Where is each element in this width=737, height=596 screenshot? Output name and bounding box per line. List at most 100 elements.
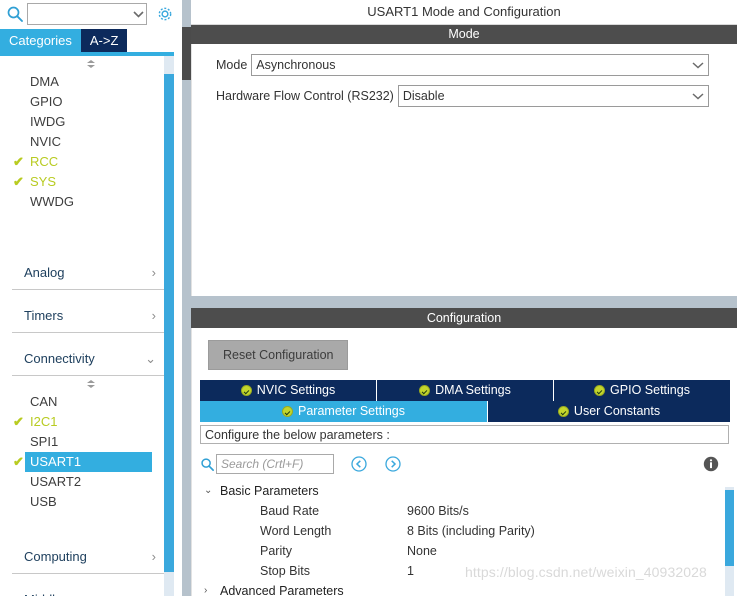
table-row[interactable]: Word Length 8 Bits (including Parity) xyxy=(200,521,737,541)
sidebar-category-analog[interactable]: Analog › xyxy=(12,256,170,290)
tree-group-label: Basic Parameters xyxy=(220,484,319,498)
list-item[interactable]: ✔ RCC xyxy=(0,152,182,172)
tab-nvic-settings[interactable]: NVIC Settings xyxy=(200,380,377,401)
chevron-right-icon[interactable]: › xyxy=(152,549,156,564)
info-icon[interactable] xyxy=(703,456,719,472)
main-config-panel: USART1 Mode and Configuration Mode Mode … xyxy=(191,0,737,596)
arrow-left-circle-icon[interactable] xyxy=(350,455,368,473)
check-icon xyxy=(13,92,27,112)
sidebar-scroll-body: DMA GPIO IWDG NVIC ✔ RCC ✔ SYS WWDG Anal… xyxy=(0,56,182,596)
tab-gpio-settings[interactable]: GPIO Settings xyxy=(554,380,730,401)
config-tabs-row-2: Parameter Settings User Constants xyxy=(200,401,730,422)
list-spin-up-icon-2[interactable] xyxy=(0,376,182,392)
list-item[interactable]: ✔ SYS xyxy=(0,172,182,192)
param-name: Parity xyxy=(260,544,292,558)
tab-categories[interactable]: Categories xyxy=(0,29,81,52)
table-row[interactable]: Parity None xyxy=(200,541,737,561)
list-item[interactable]: DMA xyxy=(0,72,182,92)
sidebar-scrollbar-thumb[interactable] xyxy=(164,74,174,572)
list-item[interactable]: CAN xyxy=(0,392,182,412)
param-value: 8 Bits (including Parity) xyxy=(407,524,535,538)
list-spin-up-icon[interactable] xyxy=(0,56,182,72)
mode-select[interactable]: Asynchronous xyxy=(251,54,709,76)
sidebar-category-middleware[interactable]: Middleware › xyxy=(12,583,170,596)
search-combobox[interactable] xyxy=(27,3,147,25)
tree-group-label: Advanced Parameters xyxy=(220,584,344,596)
list-item-label: WWDG xyxy=(30,194,75,209)
parameter-tree: ⌄ Basic Parameters Baud Rate 9600 Bits/s… xyxy=(200,481,737,596)
peripheral-sidebar: Categories A->Z DMA GPIO IWDG NVIC ✔ RCC… xyxy=(0,0,182,596)
tab-label: GPIO Settings xyxy=(610,383,690,397)
chevron-down-icon[interactable] xyxy=(688,61,708,69)
check-icon: ✔ xyxy=(13,154,24,169)
tab-label: DMA Settings xyxy=(435,383,511,397)
chevron-right-icon[interactable]: › xyxy=(152,592,156,596)
tab-a-to-z[interactable]: A->Z xyxy=(80,29,128,52)
sidebar-category-timers[interactable]: Timers › xyxy=(12,299,170,333)
panel-gap xyxy=(191,296,737,308)
check-icon: ✔ xyxy=(13,414,24,429)
category-label: Connectivity xyxy=(24,351,95,366)
table-row[interactable]: Stop Bits 1 xyxy=(200,561,737,581)
hw-flow-select-value: Disable xyxy=(402,89,445,103)
tab-user-constants[interactable]: User Constants xyxy=(488,401,730,422)
list-item[interactable]: GPIO xyxy=(0,92,182,112)
panel-splitter-grip[interactable] xyxy=(182,27,191,80)
param-value: 9600 Bits/s xyxy=(407,504,469,518)
check-badge-icon xyxy=(557,406,569,417)
list-item[interactable]: SPI1 xyxy=(0,432,182,452)
check-icon xyxy=(13,472,27,492)
tree-group-basic-parameters[interactable]: ⌄ Basic Parameters xyxy=(200,481,737,501)
list-item[interactable]: WWDG xyxy=(0,192,182,212)
hw-flow-select[interactable]: Disable xyxy=(397,85,709,107)
list-item[interactable]: USB xyxy=(0,492,182,512)
cubemx-window: Categories A->Z DMA GPIO IWDG NVIC ✔ RCC… xyxy=(0,0,737,596)
gear-icon[interactable] xyxy=(155,4,175,24)
parameter-search-row: Search (Crtl+F) xyxy=(200,453,737,475)
list-item-label: RCC xyxy=(30,154,59,169)
category-label: Middleware xyxy=(24,592,152,596)
tab-dma-settings[interactable]: DMA Settings xyxy=(377,380,554,401)
list-item[interactable]: ✔ I2C1 xyxy=(0,412,182,432)
sidebar-search-row xyxy=(0,0,182,28)
reset-config-wrap: Reset Configuration xyxy=(192,328,737,380)
list-item-label: SYS xyxy=(30,174,57,189)
parameter-search-input[interactable]: Search (Crtl+F) xyxy=(216,454,334,474)
sidebar-category-connectivity[interactable]: Connectivity ⌄ xyxy=(12,342,170,376)
chevron-right-icon[interactable]: › xyxy=(204,581,214,596)
chevron-down-icon[interactable]: ⌄ xyxy=(145,351,156,367)
search-icon xyxy=(200,457,216,472)
list-item[interactable]: USART2 xyxy=(0,472,182,492)
check-icon: ✔ xyxy=(13,174,24,189)
arrow-right-circle-icon[interactable] xyxy=(384,455,402,473)
list-item-label: USB xyxy=(30,494,57,509)
list-item-label: DMA xyxy=(30,74,59,89)
check-badge-icon xyxy=(282,406,293,417)
chevron-down-icon[interactable] xyxy=(688,92,708,100)
chevron-right-icon[interactable]: › xyxy=(152,308,156,323)
list-item-label: GPIO xyxy=(30,94,63,109)
table-row[interactable]: Baud Rate 9600 Bits/s xyxy=(200,501,737,521)
tree-group-advanced-parameters[interactable]: › Advanced Parameters xyxy=(200,581,737,596)
param-value: None xyxy=(407,544,437,558)
search-icon xyxy=(6,5,24,23)
list-item[interactable]: IWDG xyxy=(0,112,182,132)
chevron-down-icon[interactable] xyxy=(130,10,146,18)
chevron-down-icon[interactable]: ⌄ xyxy=(204,481,214,501)
hw-flow-field-row: Hardware Flow Control (RS232) Disable xyxy=(192,85,737,107)
mode-section-header: Mode xyxy=(191,24,737,44)
mode-field-label: Mode xyxy=(216,58,248,72)
tab-parameter-settings[interactable]: Parameter Settings xyxy=(200,401,488,422)
list-item-label: USART1 xyxy=(30,454,82,469)
parameter-scrollbar-thumb[interactable] xyxy=(725,490,734,566)
sidebar-item-usart1[interactable]: ✔ USART1 xyxy=(13,452,152,472)
category-label: Analog xyxy=(24,265,65,280)
sidebar-category-computing[interactable]: Computing › xyxy=(12,540,170,574)
panel-splitter[interactable] xyxy=(182,0,191,596)
list-item[interactable]: NVIC xyxy=(0,132,182,152)
list-item-label: CAN xyxy=(30,394,58,409)
chevron-right-icon[interactable]: › xyxy=(152,265,156,280)
mode-section-body: Mode Asynchronous Hardware Flow Control … xyxy=(191,44,737,296)
tab-label: User Constants xyxy=(573,404,661,418)
reset-configuration-button[interactable]: Reset Configuration xyxy=(208,340,349,370)
